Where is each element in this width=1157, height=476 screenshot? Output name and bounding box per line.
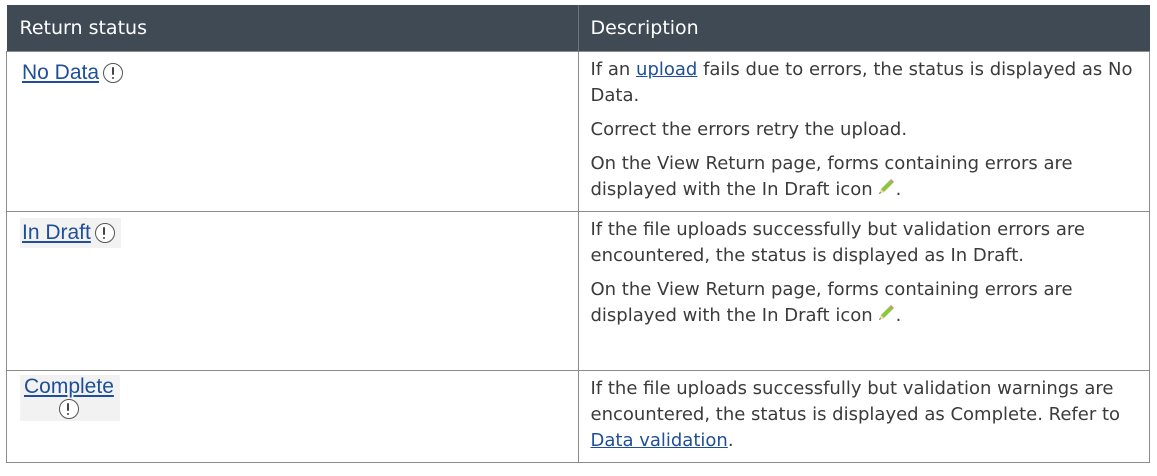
text-segment: On the View Return page, forms containin… xyxy=(590,153,1073,200)
description-cell: If the file uploads successfully but val… xyxy=(577,211,1150,371)
exclamation-circle-icon xyxy=(103,63,124,83)
description-paragraph: On the View Return page, forms containin… xyxy=(591,151,1138,203)
table-row: Complete If the file uploads successfull… xyxy=(6,370,1150,463)
text-segment: . xyxy=(895,305,902,326)
description-paragraph: If the file uploads successfully but val… xyxy=(591,376,1138,454)
status-label-no-data: No Data xyxy=(20,58,130,88)
text-segment: If an xyxy=(590,59,637,80)
table-row: No Data If an upload fails due to errors… xyxy=(6,51,1150,212)
status-label-in-draft: In Draft xyxy=(20,218,121,248)
status-table-container: Return status Description No Data If an … xyxy=(6,5,1150,463)
text-segment: . xyxy=(727,430,734,451)
exclamation-circle-icon xyxy=(94,223,115,243)
table-header-row: Return status Description xyxy=(6,5,1150,52)
text-segment: On the View Return page, forms containin… xyxy=(590,279,1073,326)
upload-link[interactable]: upload xyxy=(636,59,697,80)
return-status-table: Return status Description No Data If an … xyxy=(6,5,1150,463)
status-label-complete: Complete xyxy=(20,375,120,421)
text-segment: If the file uploads successfully but val… xyxy=(590,378,1121,425)
text-segment: . xyxy=(895,179,902,200)
description-cell: If an upload fails due to errors, the st… xyxy=(577,51,1150,212)
table-row: In Draft If the file uploads successfull… xyxy=(6,211,1150,371)
exclamation-circle-icon xyxy=(58,399,79,419)
status-link-complete[interactable]: Complete xyxy=(24,375,114,399)
pencil-icon xyxy=(878,179,894,194)
data-validation-link[interactable]: Data validation xyxy=(591,430,728,451)
status-cell: Complete xyxy=(6,370,579,463)
description-cell: If the file uploads successfully but val… xyxy=(577,370,1150,463)
status-link-no-data[interactable]: No Data xyxy=(22,60,99,86)
status-cell: No Data xyxy=(6,51,579,212)
header-return-status: Return status xyxy=(6,5,579,52)
pencil-icon xyxy=(878,305,894,320)
description-paragraph: Correct the errors retry the upload. xyxy=(590,119,908,140)
description-paragraph: If an upload fails due to errors, the st… xyxy=(591,57,1138,109)
status-cell: In Draft xyxy=(6,211,579,371)
description-paragraph: On the View Return page, forms containin… xyxy=(591,277,1138,329)
status-link-in-draft[interactable]: In Draft xyxy=(22,220,91,246)
description-paragraph: If the file uploads successfully but val… xyxy=(590,219,1085,266)
header-description: Description xyxy=(578,5,1150,52)
